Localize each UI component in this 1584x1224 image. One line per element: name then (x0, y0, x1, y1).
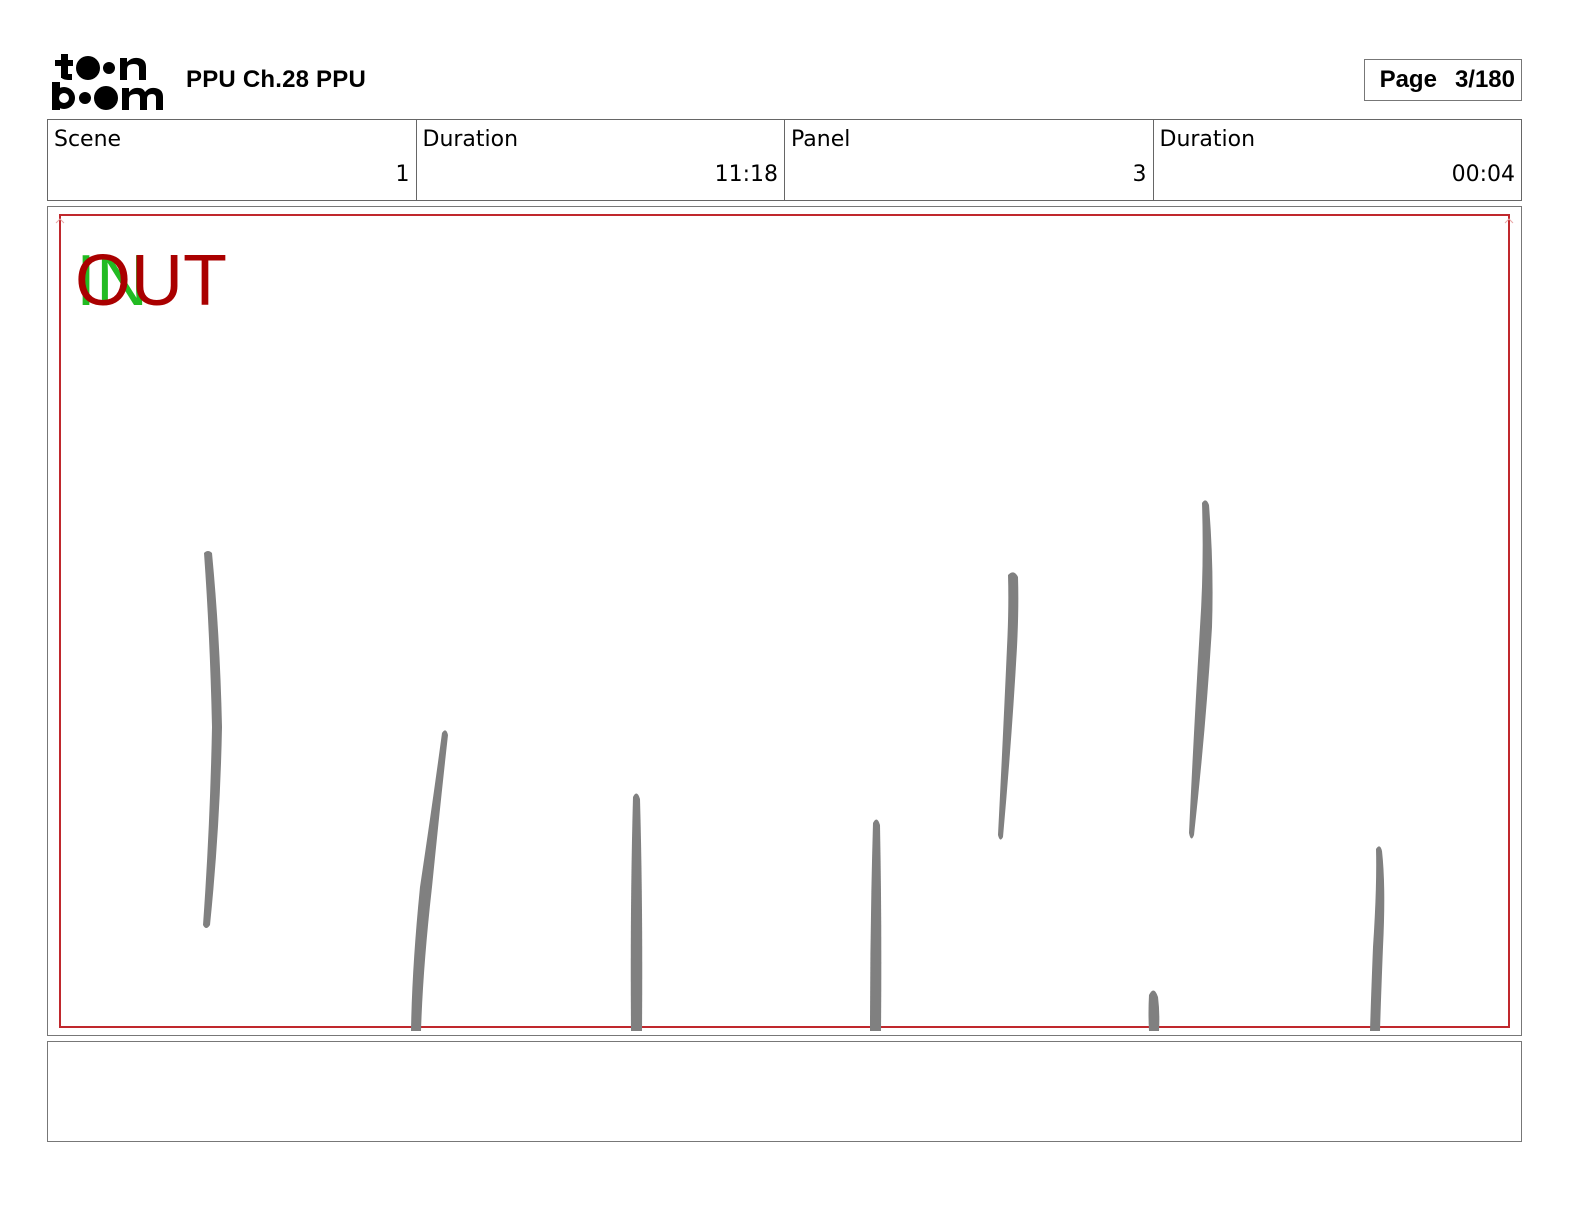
panel-duration-label: Duration (1159, 127, 1256, 152)
page-number: 3/180 (1454, 66, 1515, 93)
storyboard-panel: IN OUT (47, 206, 1522, 1036)
scene-duration-cell: Duration 11:18 (417, 120, 785, 200)
sketch-stroke-2 (411, 730, 448, 1031)
sketch-stroke-4 (870, 819, 882, 1031)
panel-duration-value: 00:04 (1451, 162, 1515, 187)
sketch-stroke-6 (1189, 500, 1213, 839)
panel-cell: Panel 3 (785, 120, 1154, 200)
scene-duration-label: Duration (422, 127, 519, 152)
document-title: PPU Ch.28 PPU (186, 66, 366, 93)
panel-notes-box (47, 1041, 1522, 1142)
scene-value: 1 (395, 162, 410, 187)
sketch-stroke-3 (630, 793, 643, 1031)
panel-drawing: IN OUT (55, 214, 1514, 1031)
panel-label: Panel (791, 127, 851, 152)
panel-value: 3 (1132, 162, 1147, 187)
scene-duration-value: 11:18 (714, 162, 778, 187)
panel-info-table: Scene 1 Duration 11:18 Panel 3 Duration … (47, 119, 1522, 201)
toon-boom-logo (52, 54, 163, 110)
sketch-stroke-1 (203, 551, 222, 928)
panel-duration-cell: Duration 00:04 (1154, 120, 1522, 200)
sketch-stroke-8 (1370, 846, 1385, 1031)
sketch-stroke-5 (998, 572, 1019, 840)
page-indicator: Page 3/180 (1364, 59, 1522, 101)
out-marker: OUT (75, 241, 227, 321)
sketch-stroke-7 (1148, 990, 1160, 1031)
camera-frame (59, 214, 1510, 1028)
scene-label: Scene (54, 127, 122, 152)
scene-cell: Scene 1 (48, 120, 417, 200)
page-label: Page (1379, 66, 1437, 93)
